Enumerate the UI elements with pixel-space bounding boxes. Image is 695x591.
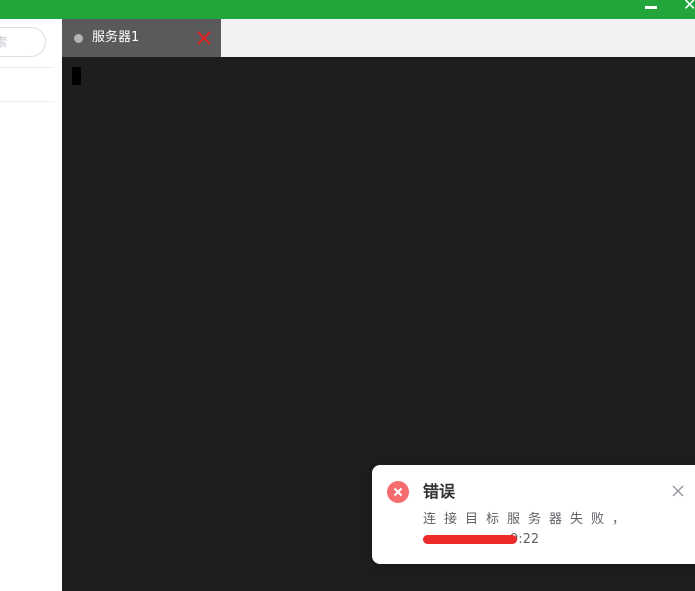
tab-label: 服务器1 xyxy=(92,30,140,45)
notification-message: 连接目标服务器失败， xyxy=(423,512,634,527)
redaction-mark xyxy=(423,535,517,544)
terminal-cursor xyxy=(72,67,81,85)
error-circle-icon xyxy=(387,481,409,503)
sidebar xyxy=(0,19,62,591)
search-input[interactable] xyxy=(0,34,43,50)
window-close-icon[interactable]: ✕ xyxy=(683,0,695,13)
notification-title: 错误 xyxy=(423,482,456,501)
tab-strip: 服务器1 xyxy=(62,19,695,57)
error-notification: 错误 连接目标服务器失败， 9:22 xyxy=(372,465,695,564)
sidebar-divider xyxy=(0,67,54,68)
connection-status-icon xyxy=(74,34,83,43)
tab-server-1[interactable]: 服务器1 xyxy=(62,19,221,57)
search-box[interactable] xyxy=(0,27,46,57)
close-icon[interactable] xyxy=(672,485,684,497)
app-title-bar: ✕ xyxy=(0,0,695,19)
sidebar-divider xyxy=(0,101,54,102)
close-icon[interactable] xyxy=(196,30,212,46)
minimize-icon[interactable] xyxy=(645,0,657,9)
